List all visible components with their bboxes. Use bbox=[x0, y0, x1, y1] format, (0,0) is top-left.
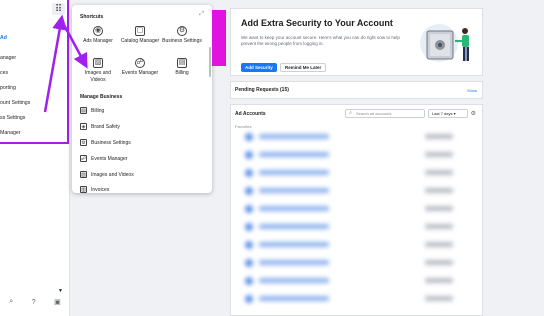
table-row[interactable] bbox=[245, 169, 475, 177]
table-row[interactable] bbox=[245, 277, 475, 285]
gear-icon[interactable]: ⚙ bbox=[471, 110, 476, 117]
image-icon: ▨ bbox=[80, 171, 87, 178]
shortcut-catalog-manager[interactable]: ▢ Catalog Manager bbox=[119, 26, 161, 45]
search-icon: ⌕ bbox=[349, 110, 352, 116]
expand-icon[interactable]: ⤢ bbox=[199, 11, 204, 18]
table-row[interactable] bbox=[245, 223, 475, 231]
image-icon: ▨ bbox=[93, 58, 103, 68]
events-icon: ☍ bbox=[80, 155, 87, 162]
invoice-icon: ▥ bbox=[80, 186, 87, 193]
search-placeholder: Search ad accounts bbox=[356, 111, 392, 116]
events-icon: ☍ bbox=[135, 58, 145, 68]
manage-item-business-settings[interactable]: ⚙ Business Settings bbox=[80, 139, 131, 146]
pending-requests-title: Pending Requests (15) bbox=[235, 87, 289, 93]
gear-icon: ⚙ bbox=[80, 139, 87, 146]
shortcut-billing[interactable]: ▤ Billing bbox=[161, 58, 203, 77]
manage-item-label: Events Manager bbox=[91, 155, 128, 162]
ad-accounts-title: Ad Accounts bbox=[235, 111, 266, 117]
table-row[interactable] bbox=[245, 241, 475, 249]
shortcut-images-videos[interactable]: ▨ Images and Videos bbox=[77, 58, 119, 83]
security-description: We want to keep your account secure. Her… bbox=[241, 35, 400, 46]
manage-item-label: Brand Safety bbox=[91, 123, 120, 130]
magenta-strip bbox=[212, 10, 226, 66]
remind-later-button[interactable]: Remind Me Later bbox=[280, 63, 327, 72]
shortcut-label: Catalog Manager bbox=[120, 38, 160, 44]
manage-item-brand-safety[interactable]: ◈ Brand Safety bbox=[80, 123, 120, 130]
add-security-button[interactable]: Add Security bbox=[241, 63, 277, 72]
billing-icon: ▤ bbox=[80, 107, 87, 114]
shortcuts-panel: Shortcuts ⤢ ◉ Ads Manager ▢ Catalog Mana… bbox=[72, 5, 212, 193]
favorites-label: Favorites bbox=[235, 124, 252, 129]
date-range-label: Last 7 days bbox=[432, 111, 453, 116]
security-card: Add Extra Security to Your Account We wa… bbox=[230, 8, 483, 76]
date-range-dropdown[interactable]: Last 7 days ▾ bbox=[428, 109, 468, 118]
table-row[interactable] bbox=[245, 259, 475, 267]
sidebar-toggle-icon[interactable]: ▣ bbox=[54, 298, 61, 306]
manage-business-heading: Manage Business bbox=[80, 94, 123, 100]
manage-item-label: Business Settings bbox=[91, 139, 131, 146]
gear-icon: ⚙ bbox=[177, 26, 187, 36]
security-title: Add Extra Security to Your Account bbox=[241, 18, 393, 28]
billing-icon: ▤ bbox=[177, 58, 187, 68]
shortcut-label: Ads Manager bbox=[83, 38, 113, 44]
manage-item-label: Invoices bbox=[91, 186, 110, 193]
shortcut-ads-manager[interactable]: ◉ Ads Manager bbox=[77, 26, 119, 45]
search-icon[interactable]: ⌕ bbox=[9, 298, 13, 306]
show-link[interactable]: Show bbox=[467, 88, 477, 93]
shortcut-label: Billing bbox=[175, 70, 189, 76]
ad-accounts-search-input[interactable]: ⌕ Search ad accounts bbox=[345, 109, 425, 118]
table-row[interactable] bbox=[245, 295, 475, 303]
ad-accounts-card: Ad Accounts ⌕ Search ad accounts Last 7 … bbox=[230, 104, 483, 316]
manage-item-images-videos[interactable]: ▨ Images and Videos bbox=[80, 171, 134, 178]
pending-requests-card: Pending Requests (15) Show bbox=[230, 81, 483, 99]
table-row[interactable] bbox=[245, 151, 475, 159]
manage-item-invoices[interactable]: ▥ Invoices bbox=[80, 186, 109, 193]
table-row[interactable] bbox=[245, 187, 475, 195]
ads-manager-icon: ◉ bbox=[93, 26, 103, 36]
shortcut-business-settings[interactable]: ⚙ Business Settings bbox=[161, 26, 203, 45]
shortcut-label: Images and Videos bbox=[84, 70, 112, 83]
help-icon[interactable]: ? bbox=[32, 299, 36, 306]
panel-scrollbar[interactable] bbox=[209, 47, 211, 77]
sidebar-footer: ⌕ ? ▣ bbox=[0, 294, 70, 310]
shield-icon: ◈ bbox=[80, 123, 87, 130]
security-illustration bbox=[420, 24, 469, 62]
catalog-icon: ▢ bbox=[135, 26, 145, 36]
manage-item-label: Images and Videos bbox=[91, 171, 134, 178]
table-row[interactable] bbox=[245, 205, 475, 213]
shortcut-label: Business Settings bbox=[162, 38, 202, 44]
manage-item-events-manager[interactable]: ☍ Events Manager bbox=[80, 155, 127, 162]
table-row[interactable] bbox=[245, 133, 475, 141]
shortcut-events-manager[interactable]: ☍ Events Manager bbox=[119, 58, 161, 77]
manage-item-billing[interactable]: ▤ Billing bbox=[80, 107, 104, 114]
highlight-box bbox=[0, 0, 69, 144]
shortcuts-heading: Shortcuts bbox=[80, 14, 104, 20]
manage-item-label: Billing bbox=[91, 107, 105, 114]
shortcut-label: Events Manager bbox=[121, 70, 159, 76]
